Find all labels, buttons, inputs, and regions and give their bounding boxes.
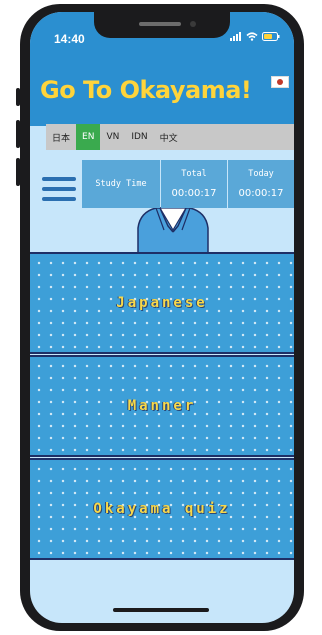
phone-screen: 14:40 Go To Okayama! 日本 EN VN IDN 中文 Stu… (30, 12, 294, 623)
language-option-vietnamese[interactable]: VN (100, 124, 125, 150)
flag-sun (277, 79, 283, 85)
menu-line (42, 197, 76, 201)
study-time-label: Study Time (82, 160, 160, 208)
wifi-icon (246, 32, 258, 41)
status-icons (230, 32, 280, 41)
menu-card-label: Manner (127, 398, 197, 414)
menu-card-label: Okayama quiz (93, 501, 231, 517)
menu-card-manner[interactable]: Manner (30, 355, 294, 457)
front-camera (190, 21, 196, 27)
total-label: Total (181, 168, 207, 179)
japan-flag-icon (271, 76, 289, 88)
language-option-english[interactable]: EN (76, 124, 101, 150)
signal-icon (230, 32, 241, 41)
menu-line (42, 177, 76, 181)
today-label: Today (248, 168, 274, 179)
menu-card-okayama-quiz[interactable]: Okayama quiz (30, 458, 294, 560)
home-indicator[interactable] (113, 608, 209, 612)
speaker (139, 22, 181, 26)
hamburger-menu-icon[interactable] (42, 175, 76, 209)
battery-icon (262, 32, 280, 41)
total-time-box: Total 00:00:17 (161, 160, 227, 208)
today-value: 00:00:17 (238, 188, 284, 200)
menu-line (42, 187, 76, 191)
menu-card-label: Japanese (116, 295, 208, 311)
status-time: 14:40 (54, 32, 85, 46)
total-value: 00:00:17 (171, 188, 217, 200)
app-header: Go To Okayama! (30, 56, 294, 126)
app-title: Go To Okayama! (40, 76, 252, 104)
status-bar: 14:40 (30, 12, 294, 56)
language-option-japanese[interactable]: 日本 (46, 124, 76, 150)
language-option-chinese[interactable]: 中文 (154, 124, 184, 150)
menu-card-japanese[interactable]: Japanese (30, 252, 294, 354)
language-selector: 日本 EN VN IDN 中文 (46, 124, 294, 150)
today-time-box: Today 00:00:17 (228, 160, 294, 208)
study-time-panel: Study Time Total 00:00:17 Today 00:00:17 (82, 160, 294, 208)
notch (94, 12, 230, 38)
language-option-indonesian[interactable]: IDN (125, 124, 153, 150)
phone-frame: 14:40 Go To Okayama! 日本 EN VN IDN 中文 Stu… (20, 4, 304, 631)
